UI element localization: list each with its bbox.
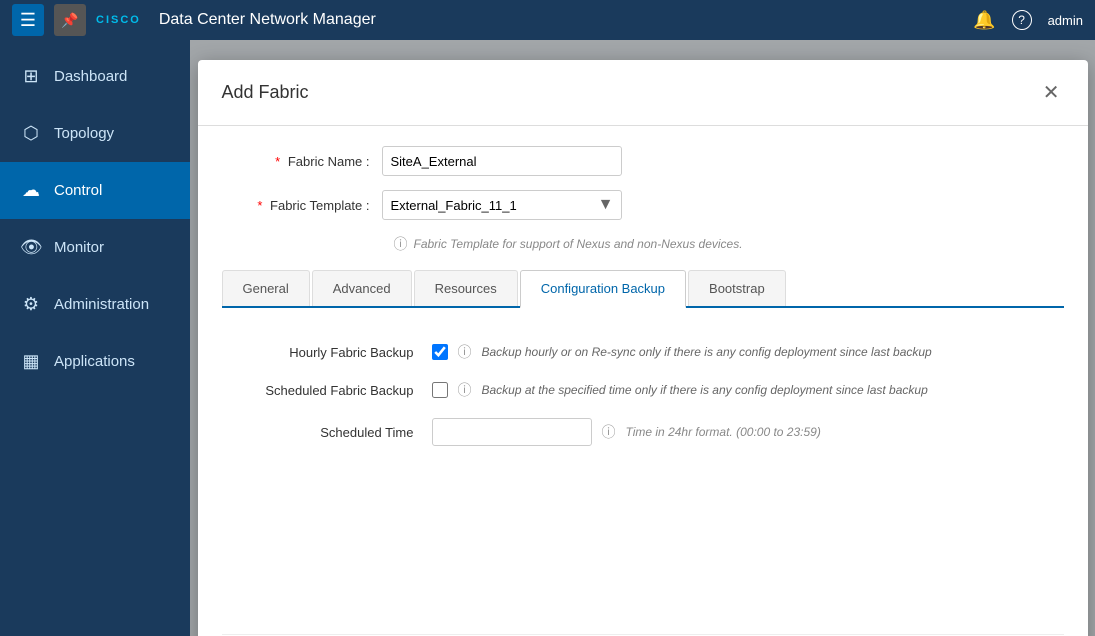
add-fabric-modal: Add Fabric ✕ * Fabric Name : — [198, 60, 1088, 636]
sidebar-label-monitor: Monitor — [54, 239, 104, 256]
scheduled-time-desc: Time in 24hr format. (00:00 to 23:59) — [626, 425, 821, 439]
pin-icon: 📌 — [61, 12, 78, 29]
sidebar-label-applications: Applications — [54, 353, 135, 370]
tab-general[interactable]: General — [222, 270, 310, 306]
required-star-name: * — [275, 154, 280, 169]
fabric-name-input[interactable] — [382, 146, 622, 176]
fabric-template-row: * Fabric Template : External_Fabric_11_1… — [222, 190, 1064, 220]
template-info-row: ⓘ Fabric Template for support of Nexus a… — [394, 234, 1064, 254]
tab-content-config-backup: Hourly Fabric Backup ⓘ Backup hourly or … — [222, 332, 1064, 474]
required-star-template: * — [257, 198, 262, 213]
tab-advanced[interactable]: Advanced — [312, 270, 412, 306]
sidebar-item-topology[interactable]: ⬡ Topology — [0, 105, 190, 162]
tab-bar: General Advanced Resources Configuration… — [222, 270, 1064, 308]
hourly-info-icon[interactable]: ⓘ — [458, 342, 472, 362]
scheduled-backup-row: Scheduled Fabric Backup ⓘ Backup at the … — [222, 380, 1064, 400]
scheduled-info-icon[interactable]: ⓘ — [458, 380, 472, 400]
control-icon: ☁ — [20, 180, 42, 201]
help-icon[interactable]: ? — [1012, 10, 1032, 30]
applications-icon: ▦ — [20, 351, 42, 372]
time-info-icon[interactable]: ⓘ — [602, 422, 616, 442]
fabric-name-label: * Fabric Name : — [222, 154, 382, 169]
hourly-backup-desc: Backup hourly or on Re-sync only if ther… — [482, 345, 932, 359]
modal-title: Add Fabric — [222, 82, 309, 103]
sidebar-item-dashboard[interactable]: ⊞ Dashboard — [0, 48, 190, 105]
scheduled-time-row: Scheduled Time ⓘ Time in 24hr format. (0… — [222, 418, 1064, 446]
scheduled-backup-desc: Backup at the specified time only if the… — [482, 383, 928, 397]
fabric-template-label: * Fabric Template : — [222, 198, 382, 213]
scheduled-backup-checkbox[interactable] — [432, 382, 448, 398]
sidebar-item-control[interactable]: ☁ Control — [0, 162, 190, 219]
monitor-icon: 👁 — [20, 237, 42, 258]
sidebar-label-administration: Administration — [54, 296, 149, 313]
info-icon: ⓘ — [394, 234, 408, 254]
pin-button[interactable]: 📌 — [54, 4, 86, 36]
cisco-logo: CISCO — [96, 14, 141, 26]
template-info-text: Fabric Template for support of Nexus and… — [414, 237, 743, 251]
modal-overlay: Add Fabric ✕ * Fabric Name : — [190, 40, 1095, 636]
sidebar: ⊞ Dashboard ⬡ Topology ☁ Control 👁 Monit… — [0, 40, 190, 636]
sidebar-item-applications[interactable]: ▦ Applications — [0, 333, 190, 390]
scheduled-backup-label: Scheduled Fabric Backup — [222, 383, 422, 398]
hourly-backup-row: Hourly Fabric Backup ⓘ Backup hourly or … — [222, 342, 1064, 362]
fabric-name-row: * Fabric Name : — [222, 146, 1064, 176]
tab-bootstrap[interactable]: Bootstrap — [688, 270, 786, 306]
fabric-template-select[interactable]: External_Fabric_11_1 VXLAN_Fabric eBGP_F… — [382, 190, 622, 220]
top-header: ☰ 📌 CISCO Data Center Network Manager 🔔 … — [0, 0, 1095, 40]
hamburger-button[interactable]: ☰ — [12, 4, 44, 36]
sidebar-label-topology: Topology — [54, 125, 114, 142]
sidebar-item-administration[interactable]: ⚙ Administration — [0, 276, 190, 333]
scheduled-time-label: Scheduled Time — [222, 425, 422, 440]
modal-body: * Fabric Name : * Fabric Template : — [198, 126, 1088, 636]
administration-icon: ⚙ — [20, 294, 42, 315]
tab-resources[interactable]: Resources — [414, 270, 518, 306]
fabric-template-select-wrap: External_Fabric_11_1 VXLAN_Fabric eBGP_F… — [382, 190, 622, 220]
scheduled-time-input[interactable] — [432, 418, 592, 446]
main-layout: ⊞ Dashboard ⬡ Topology ☁ Control 👁 Monit… — [0, 40, 1095, 636]
sidebar-label-control: Control — [54, 182, 102, 199]
topology-icon: ⬡ — [20, 123, 42, 144]
sidebar-label-dashboard: Dashboard — [54, 68, 127, 85]
hourly-backup-checkbox[interactable] — [432, 344, 448, 360]
tab-configuration-backup[interactable]: Configuration Backup — [520, 270, 686, 308]
content-area: Add Fabric ✕ * Fabric Name : — [190, 40, 1095, 636]
app-title: Data Center Network Manager — [159, 11, 963, 29]
dashboard-icon: ⊞ — [20, 66, 42, 87]
admin-label: admin — [1048, 13, 1083, 28]
header-actions: 🔔 ? admin — [973, 10, 1083, 31]
sidebar-item-monitor[interactable]: 👁 Monitor — [0, 219, 190, 276]
modal-header: Add Fabric ✕ — [198, 60, 1088, 126]
close-button[interactable]: ✕ — [1039, 76, 1064, 109]
hourly-backup-label: Hourly Fabric Backup — [222, 345, 422, 360]
hamburger-icon: ☰ — [20, 10, 36, 31]
bell-icon[interactable]: 🔔 — [973, 10, 995, 31]
